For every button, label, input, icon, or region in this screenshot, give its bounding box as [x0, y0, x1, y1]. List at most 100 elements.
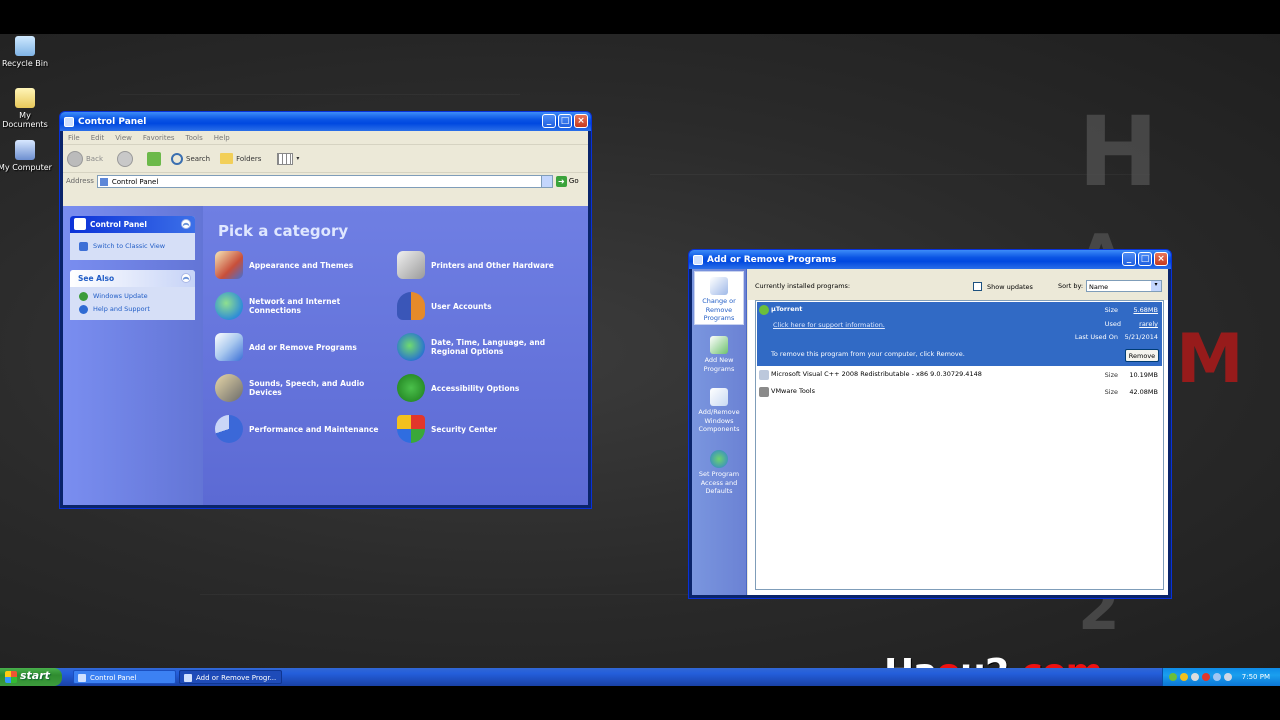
- size-value: 5.68MB: [1133, 306, 1158, 314]
- vmware-tray-icon[interactable]: [1213, 673, 1221, 681]
- control-panel-icon: [78, 674, 86, 682]
- category-security-center[interactable]: Security Center: [397, 415, 575, 443]
- security-tray-icon[interactable]: [1180, 673, 1188, 681]
- start-button[interactable]: start: [0, 668, 62, 686]
- category-label: Date, Time, Language, and Regional Optio…: [431, 338, 546, 356]
- category-performance-maintenance[interactable]: Performance and Maintenance: [215, 415, 393, 443]
- menu-help[interactable]: Help: [214, 134, 230, 144]
- support-info-link[interactable]: Click here for support information.: [773, 321, 885, 329]
- go-button[interactable]: ➜ Go: [555, 175, 579, 187]
- category-area: Pick a category Appearance and Themes Pr…: [203, 206, 588, 505]
- category-label: Security Center: [431, 424, 497, 434]
- title-bar[interactable]: Add or Remove Programs _ □ ×: [689, 250, 1171, 269]
- address-dropdown[interactable]: [540, 175, 552, 187]
- date-time-icon: [397, 333, 425, 361]
- menu-favorites[interactable]: Favorites: [143, 134, 175, 144]
- category-accessibility[interactable]: Accessibility Options: [397, 374, 575, 402]
- sort-by-label: Sort by:: [1058, 282, 1084, 290]
- program-name: VMware Tools: [771, 387, 815, 395]
- back-button[interactable]: Back: [67, 150, 103, 167]
- alert-tray-icon[interactable]: [1202, 673, 1210, 681]
- clock: 7:50 PM: [1241, 673, 1270, 681]
- see-also-header[interactable]: See Also ︽: [70, 270, 195, 287]
- category-sounds-speech-audio[interactable]: Sounds, Speech, and Audio Devices: [215, 374, 393, 402]
- views-button[interactable]: ▾: [277, 152, 299, 165]
- folders-button[interactable]: Folders: [220, 153, 261, 164]
- title-bar[interactable]: Control Panel _ □ ×: [60, 112, 591, 131]
- go-arrow-icon: ➜: [555, 175, 567, 187]
- task-header[interactable]: Control Panel ︽: [70, 216, 195, 233]
- taskbar-item-add-remove[interactable]: Add or Remove Progr...: [179, 670, 282, 684]
- category-network-internet[interactable]: Network and Internet Connections: [215, 292, 393, 320]
- category-label: Network and Internet Connections: [249, 297, 341, 315]
- shield-icon: [397, 415, 425, 443]
- volume-tray-icon[interactable]: [1224, 673, 1232, 681]
- add-new-programs-button[interactable]: Add New Programs: [694, 331, 744, 375]
- folders-label: Folders: [236, 154, 262, 163]
- program-row[interactable]: Microsoft Visual C++ 2008 Redistributabl…: [757, 368, 1162, 384]
- help-support-link[interactable]: Help and Support: [70, 302, 195, 315]
- folders-icon: [220, 153, 234, 164]
- sort-select[interactable]: Name ▾: [1086, 280, 1162, 292]
- utorrent-icon: [759, 305, 769, 315]
- category-label: User Accounts: [431, 301, 492, 311]
- add-new-icon: [710, 336, 728, 354]
- collapse-chevron-icon[interactable]: ︽: [181, 219, 191, 229]
- category-label: Appearance and Themes: [249, 260, 354, 270]
- maximize-button[interactable]: □: [558, 114, 572, 128]
- close-button[interactable]: ×: [574, 114, 588, 128]
- size-label: Size: [1104, 388, 1118, 396]
- category-date-time-language[interactable]: Date, Time, Language, and Regional Optio…: [397, 333, 575, 361]
- link-label: Windows Update: [93, 292, 148, 300]
- add-remove-windows-components-button[interactable]: Add/Remove Windows Components: [694, 383, 744, 435]
- link-label: Help and Support: [93, 305, 150, 313]
- menu-edit[interactable]: Edit: [91, 134, 105, 144]
- recycle-bin-icon: [15, 36, 35, 56]
- category-label: Performance and Maintenance: [249, 424, 379, 434]
- category-label: Printers and Other Hardware: [431, 260, 554, 270]
- category-printers-hardware[interactable]: Printers and Other Hardware: [397, 251, 575, 279]
- maximize-button[interactable]: □: [1138, 252, 1152, 266]
- forward-button[interactable]: [117, 150, 133, 167]
- show-updates-checkbox[interactable]: [973, 282, 982, 291]
- utorrent-tray-icon[interactable]: [1169, 673, 1177, 681]
- minimize-button[interactable]: _: [542, 114, 556, 128]
- category-add-remove-programs[interactable]: Add or Remove Programs: [215, 333, 393, 361]
- remove-button[interactable]: Remove: [1125, 349, 1159, 362]
- change-remove-programs-button[interactable]: Change or Remove Programs: [694, 271, 744, 325]
- search-label: Search: [186, 154, 211, 163]
- background-letter: H: [1078, 96, 1159, 208]
- up-button[interactable]: [147, 151, 161, 166]
- taskbar-item-control-panel[interactable]: Control Panel: [73, 670, 176, 684]
- sort-value: Name: [1089, 283, 1109, 291]
- category-user-accounts[interactable]: User Accounts: [397, 292, 575, 320]
- search-button[interactable]: Search: [171, 152, 211, 165]
- windows-update-icon: [79, 292, 88, 301]
- category-appearance-themes[interactable]: Appearance and Themes: [215, 251, 393, 279]
- windows-update-link[interactable]: Windows Update: [70, 289, 195, 302]
- program-row[interactable]: VMware Tools Size 42.08MB: [757, 385, 1162, 401]
- address-field[interactable]: Control Panel: [96, 174, 553, 188]
- desktop-icon-label: My Computer: [0, 163, 52, 172]
- close-button[interactable]: ×: [1154, 252, 1168, 266]
- selected-program-row[interactable]: µTorrent Click here for support informat…: [757, 302, 1162, 366]
- minimize-button[interactable]: _: [1122, 252, 1136, 266]
- sound-icon: [215, 374, 243, 402]
- views-icon: [277, 152, 294, 165]
- desktop-icon-recycle-bin[interactable]: Recycle Bin: [0, 36, 53, 68]
- menu-tools[interactable]: Tools: [186, 134, 203, 144]
- go-label: Go: [568, 177, 579, 185]
- up-folder-icon: [147, 151, 161, 166]
- last-used-value: 5/21/2014: [1124, 333, 1158, 341]
- network-tray-icon[interactable]: [1191, 673, 1199, 681]
- set-program-access-button[interactable]: Set Program Access and Defaults: [694, 445, 744, 497]
- desktop-icon-label: My Documents: [2, 111, 48, 129]
- desktop-icon-my-computer[interactable]: My Computer: [0, 140, 53, 172]
- menu-file[interactable]: File: [68, 134, 80, 144]
- switch-classic-view-link[interactable]: Switch to Classic View: [70, 239, 195, 252]
- menu-view[interactable]: View: [115, 134, 132, 144]
- add-remove-icon: [693, 254, 703, 265]
- collapse-chevron-icon[interactable]: ︽: [181, 273, 191, 283]
- program-access-icon: [710, 450, 728, 468]
- desktop-icon-my-documents[interactable]: My Documents: [0, 88, 53, 129]
